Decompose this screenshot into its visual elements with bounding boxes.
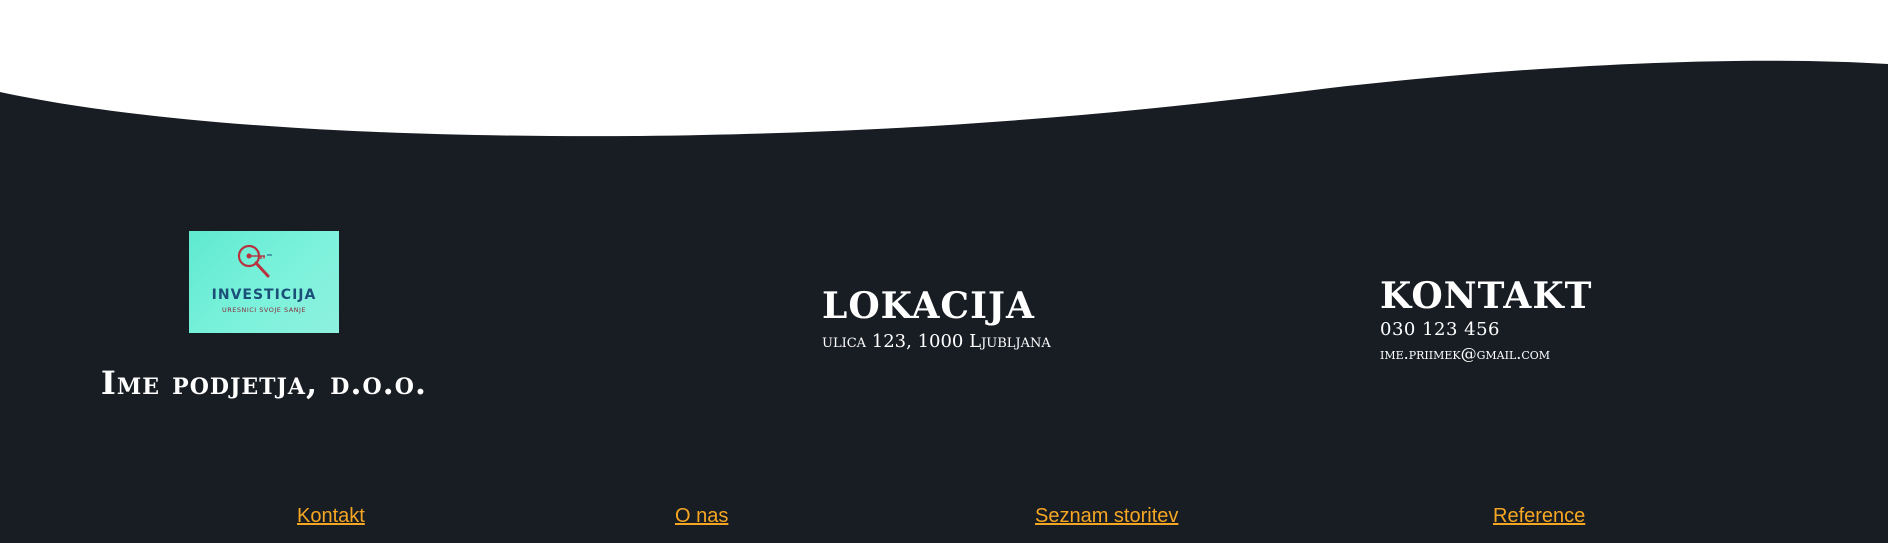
logo-title: INVESTICIJA <box>211 287 317 303</box>
logo-tagline: URESNICI SVOJE SANJE <box>221 306 307 314</box>
footer-link-seznam-storitev[interactable]: Seznam storitev <box>1035 505 1178 528</box>
site-footer: INVESTICIJA URESNICI SVOJE SANJE Ime pod… <box>0 0 1888 543</box>
contact-heading: KONTAKT <box>1380 275 1593 317</box>
location-heading: LOKACIJA <box>822 285 1035 327</box>
footer-link-o-nas[interactable]: O nas <box>675 505 728 528</box>
contact-email[interactable]: ime.priimek@gmail.com <box>1380 344 1550 363</box>
location-address: ulica 123, 1000 Ljubljana <box>822 331 1051 352</box>
magnifier-key-icon <box>237 244 272 278</box>
footer-link-reference[interactable]: Reference <box>1493 505 1585 528</box>
contact-phone[interactable]: 030 123 456 <box>1380 319 1500 340</box>
company-name: Ime podjetja, d.o.o. <box>100 364 428 402</box>
company-logo[interactable]: INVESTICIJA URESNICI SVOJE SANJE <box>189 231 339 333</box>
footer-link-kontakt[interactable]: Kontakt <box>297 505 365 528</box>
